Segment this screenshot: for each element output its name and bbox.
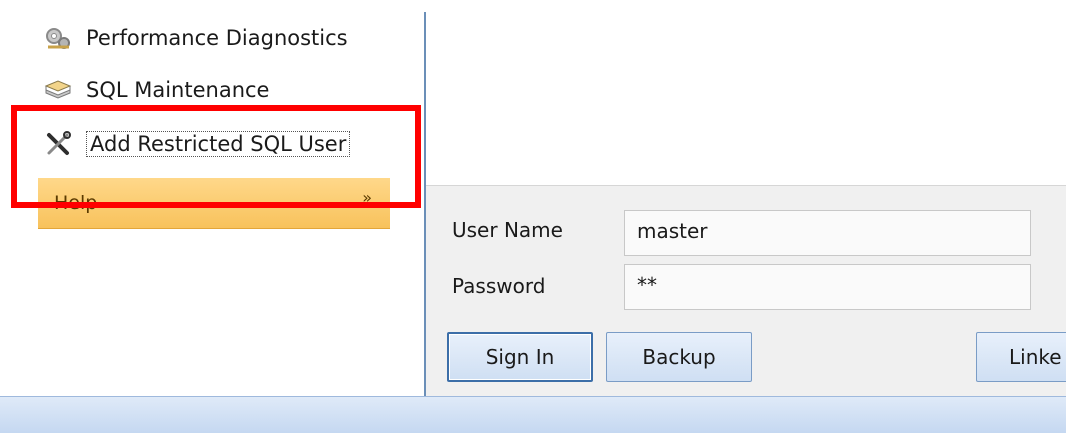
nav-item-sql-maintenance[interactable]: SQL Maintenance — [40, 74, 269, 106]
backup-button[interactable]: Backup — [606, 332, 752, 382]
linked-server-button[interactable]: Linke — [976, 332, 1066, 382]
database-stack-icon — [40, 76, 76, 104]
nav-item-performance-diagnostics[interactable]: Performance Diagnostics — [40, 22, 348, 54]
content-area — [426, 0, 1066, 185]
password-field[interactable]: ** — [624, 264, 1031, 310]
password-label: Password — [452, 274, 546, 298]
username-field[interactable]: master — [624, 210, 1031, 256]
highlight-annotation-box — [11, 105, 421, 208]
sign-in-button[interactable]: Sign In — [447, 332, 593, 382]
nav-item-label: Performance Diagnostics — [86, 26, 348, 50]
gears-icon — [40, 24, 76, 52]
username-label: User Name — [452, 218, 563, 242]
status-bar — [0, 396, 1066, 433]
nav-item-label: SQL Maintenance — [86, 78, 270, 102]
